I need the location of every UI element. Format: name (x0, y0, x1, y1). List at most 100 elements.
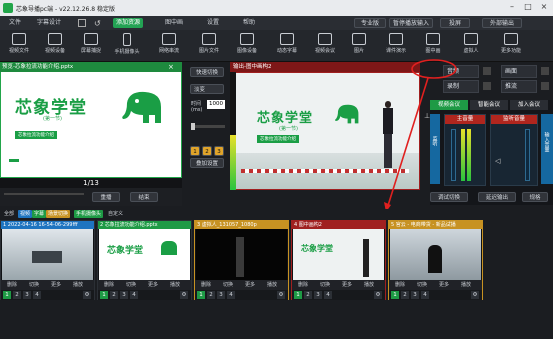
scene-layer-1-button[interactable]: 1 (100, 291, 108, 299)
scene-layer-2-button[interactable]: 2 (110, 291, 118, 299)
scene-gear-icon[interactable]: ⚙ (180, 291, 188, 299)
scene-play-button[interactable]: 播放 (267, 280, 277, 290)
maximize-icon[interactable]: □ (521, 2, 535, 14)
scene-layer-2-button[interactable]: 2 (207, 291, 215, 299)
monitor-volume-fader[interactable] (525, 129, 530, 181)
scene-layer-4-button[interactable]: 4 (227, 291, 235, 299)
scene-switch-button[interactable]: 切换 (320, 280, 330, 290)
main-volume-fader[interactable] (451, 129, 456, 181)
close-icon[interactable]: × (537, 2, 551, 14)
filter-all[interactable]: 全部 (2, 210, 16, 218)
scene-layer-1-button[interactable]: 1 (3, 291, 11, 299)
tool-screen-capture[interactable]: 屏幕捕捉 (72, 32, 110, 60)
layer-3-button[interactable]: 3 (214, 146, 224, 156)
scene-layer-2-button[interactable]: 2 (304, 291, 312, 299)
source-picture-gear-icon[interactable] (541, 67, 549, 75)
scene-gear-icon[interactable]: ⚙ (471, 291, 479, 299)
scene-layer-1-button[interactable]: 1 (197, 291, 205, 299)
scene-more-button[interactable]: 更多 (245, 280, 255, 290)
scene-more-button[interactable]: 更多 (51, 280, 61, 290)
scene-switch-button[interactable]: 切换 (29, 280, 39, 290)
filter-mobile-camera[interactable]: 手机摄像头 (74, 210, 104, 218)
scene-play-button[interactable]: 播放 (461, 280, 471, 290)
scene-thumbnail[interactable] (196, 229, 287, 280)
tab-join-meeting[interactable]: 加入会议 (510, 100, 548, 110)
transition-mode-select[interactable]: 淡变 (190, 84, 224, 94)
scene-card[interactable]: 3 虚拟人_131057_1080p 删除 切换 更多 播放 1 2 3 4 ⚙ (194, 220, 289, 300)
source-push-gear-icon[interactable] (541, 82, 549, 90)
tool-picture[interactable]: 图片 (340, 32, 378, 60)
scene-card[interactable]: 5 官云 - 电商带货 - 新品试播 删除 切换 更多 播放 1 2 3 4 ⚙ (388, 220, 483, 300)
tool-dynamic-subtitle[interactable]: 动态字幕 (268, 32, 306, 60)
scene-card[interactable]: 2 芯象拉流功能介绍.pptx 芯象学堂 删除 切换 更多 播放 1 2 3 4 ⚙ (97, 220, 192, 300)
transition-time-input[interactable]: 1000 (207, 100, 225, 109)
scene-layer-1-button[interactable]: 1 (391, 291, 399, 299)
tool-video-device[interactable]: 视频设备 (36, 32, 74, 60)
scene-switch-button[interactable]: 切换 (126, 280, 136, 290)
audio-side-monitor[interactable]: 监听 (430, 114, 440, 184)
tool-network-stream[interactable]: 网络串流 (150, 32, 188, 60)
source-record-gear-icon[interactable] (483, 82, 491, 90)
scene-layer-4-button[interactable]: 4 (421, 291, 429, 299)
scene-layer-3-button[interactable]: 3 (314, 291, 322, 299)
scene-layer-3-button[interactable]: 3 (217, 291, 225, 299)
source-audio-gear-icon[interactable] (483, 67, 491, 75)
transition-slider[interactable] (191, 123, 225, 130)
scene-delete-button[interactable]: 删除 (395, 280, 405, 290)
audio-side-input[interactable]: 输入音量 (541, 114, 553, 184)
scene-more-button[interactable]: 更多 (342, 280, 352, 290)
menu-file[interactable]: 文件 (6, 18, 24, 28)
preview-close-icon[interactable]: × (168, 63, 174, 71)
quick-switch-button[interactable]: 快速切换 (190, 67, 224, 77)
scene-card[interactable]: 1 2022-04-16 16-54-06-299fff 删除 切换 更多 播放 1 2 3 4… (0, 220, 95, 300)
overlay-settings-button[interactable]: 叠加设置 (190, 158, 224, 168)
scene-delete-button[interactable]: 删除 (298, 280, 308, 290)
scene-switch-button[interactable]: 切换 (417, 280, 427, 290)
scene-layer-4-button[interactable]: 4 (324, 291, 332, 299)
source-push[interactable]: 推流 (501, 80, 537, 93)
menu-picture-in-picture[interactable]: 图中画 (162, 18, 186, 28)
preview-progress-track[interactable] (4, 193, 84, 195)
scene-layer-3-button[interactable]: 3 (411, 291, 419, 299)
scene-play-button[interactable]: 播放 (170, 280, 180, 290)
tool-video-file[interactable]: 视频文件 (0, 32, 38, 60)
menu-add-resource[interactable]: 添加资源 (113, 18, 144, 28)
filter-custom[interactable]: 自定义 (106, 210, 125, 218)
scene-layer-3-button[interactable]: 3 (120, 291, 128, 299)
scene-layer-4-button[interactable]: 4 (33, 291, 41, 299)
speaker-icon[interactable]: ◁ (495, 157, 504, 166)
tab-smart-meeting[interactable]: 智能会议 (470, 100, 508, 110)
scene-thumbnail[interactable]: 芯象学堂 (99, 229, 190, 280)
delay-output-button[interactable]: 延迟输出 (478, 192, 516, 202)
scene-play-button[interactable]: 播放 (364, 280, 374, 290)
tool-video-meeting[interactable]: 视频会议 (306, 32, 344, 60)
filter-scene-switch[interactable]: 场景切换 (46, 210, 71, 218)
scene-play-button[interactable]: 播放 (73, 280, 83, 290)
scene-layer-2-button[interactable]: 2 (401, 291, 409, 299)
scene-card[interactable]: 4 图中画构2 芯象学堂 删除 切换 更多 播放 1 2 3 4 ⚙ (291, 220, 386, 300)
scene-thumbnail[interactable] (390, 229, 481, 280)
stop-button[interactable]: 结束 (130, 192, 158, 202)
source-picture[interactable]: 画面 (501, 65, 537, 78)
menu-settings[interactable]: 设置 (204, 18, 222, 28)
scene-gear-icon[interactable]: ⚙ (83, 291, 91, 299)
tab-video-meeting[interactable]: 视频会议 (430, 100, 468, 110)
menu-help[interactable]: 帮助 (240, 18, 258, 28)
replay-button[interactable]: 重播 (92, 192, 120, 202)
filter-video[interactable]: 视频 (18, 210, 33, 218)
tool-image-device[interactable]: 图像设备 (228, 32, 266, 60)
minimize-icon[interactable]: – (505, 2, 519, 14)
scene-thumbnail[interactable]: 芯象学堂 (293, 229, 384, 280)
scene-more-button[interactable]: 更多 (148, 280, 158, 290)
mode-select[interactable]: 专业版 (354, 18, 386, 28)
save-icon[interactable] (78, 19, 86, 27)
scene-layer-4-button[interactable]: 4 (130, 291, 138, 299)
debug-switch-button[interactable]: 调试切换 (430, 192, 468, 202)
scene-gear-icon[interactable]: ⚙ (374, 291, 382, 299)
preview-pane[interactable]: 芯象学堂 (第一节) 芯象拉流功能介绍 (0, 62, 182, 178)
scene-layer-1-button[interactable]: 1 (294, 291, 302, 299)
scene-delete-button[interactable]: 删除 (104, 280, 114, 290)
scene-layer-2-button[interactable]: 2 (13, 291, 21, 299)
scene-gear-icon[interactable]: ⚙ (277, 291, 285, 299)
pause-input-button[interactable]: 暂停播放输入 (389, 18, 433, 28)
